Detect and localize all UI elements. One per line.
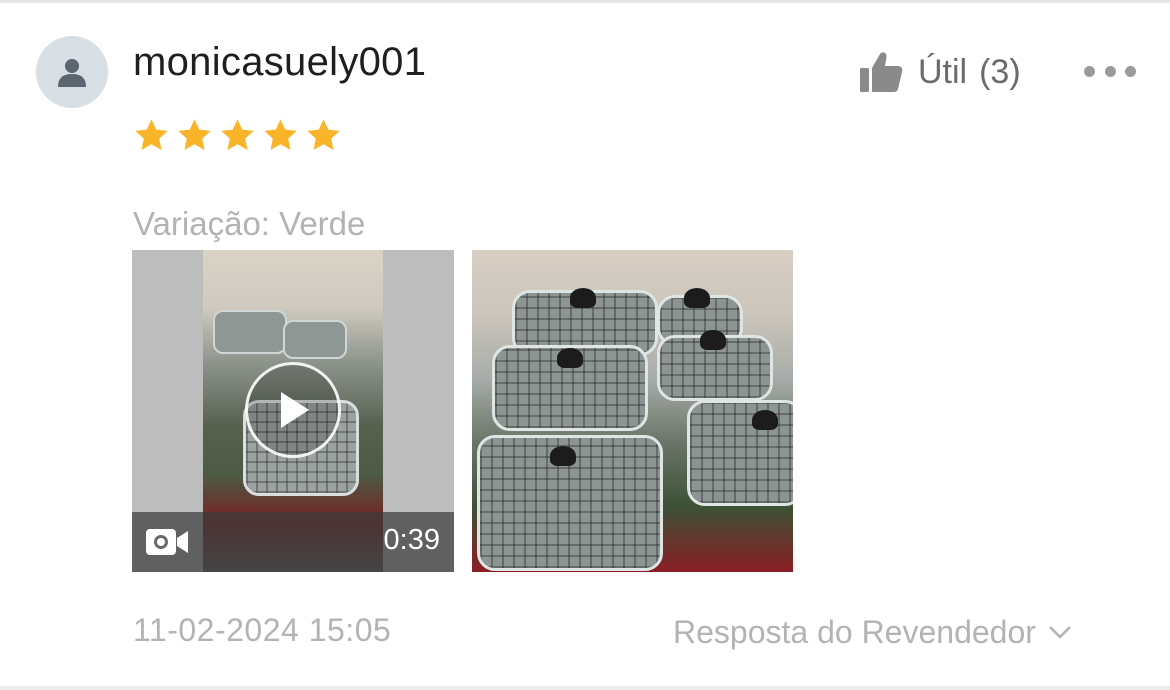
reviewer-username[interactable]: monicasuely001 (133, 40, 426, 85)
review-video-thumbnail[interactable]: 0:39 (132, 250, 454, 572)
bottom-divider (0, 686, 1170, 690)
review-date: 11-02-2024 15:05 (133, 612, 392, 648)
more-dots-icon (1084, 65, 1095, 77)
star-icon (135, 119, 168, 150)
user-silhouette-icon (58, 59, 86, 87)
top-divider (0, 0, 1170, 3)
more-options-button[interactable] (1084, 60, 1136, 82)
review-photo-thumbnail[interactable] (472, 250, 793, 572)
star-rating (133, 117, 342, 154)
more-dots-icon (1125, 65, 1136, 77)
thumbs-up-icon (860, 52, 903, 92)
star-icon (264, 119, 297, 150)
seller-reply-toggle[interactable]: Resposta do Revendedor (673, 612, 1072, 652)
video-duration: 0:39 (383, 524, 440, 556)
helpful-count: (3) (979, 52, 1021, 91)
chevron-down-icon (1049, 626, 1071, 639)
more-dots-icon (1104, 65, 1116, 77)
variation-label: Variação: Verde (133, 205, 366, 242)
star-icon (221, 119, 254, 150)
video-camera-icon (146, 529, 188, 555)
avatar[interactable] (36, 36, 108, 108)
helpful-button[interactable]: Útil (3) (858, 50, 1021, 94)
star-icon (178, 119, 211, 150)
helpful-label: Útil (918, 52, 968, 91)
seller-reply-label: Resposta do Revendedor (673, 613, 1036, 650)
play-icon[interactable] (245, 362, 341, 458)
star-icon (307, 119, 340, 150)
